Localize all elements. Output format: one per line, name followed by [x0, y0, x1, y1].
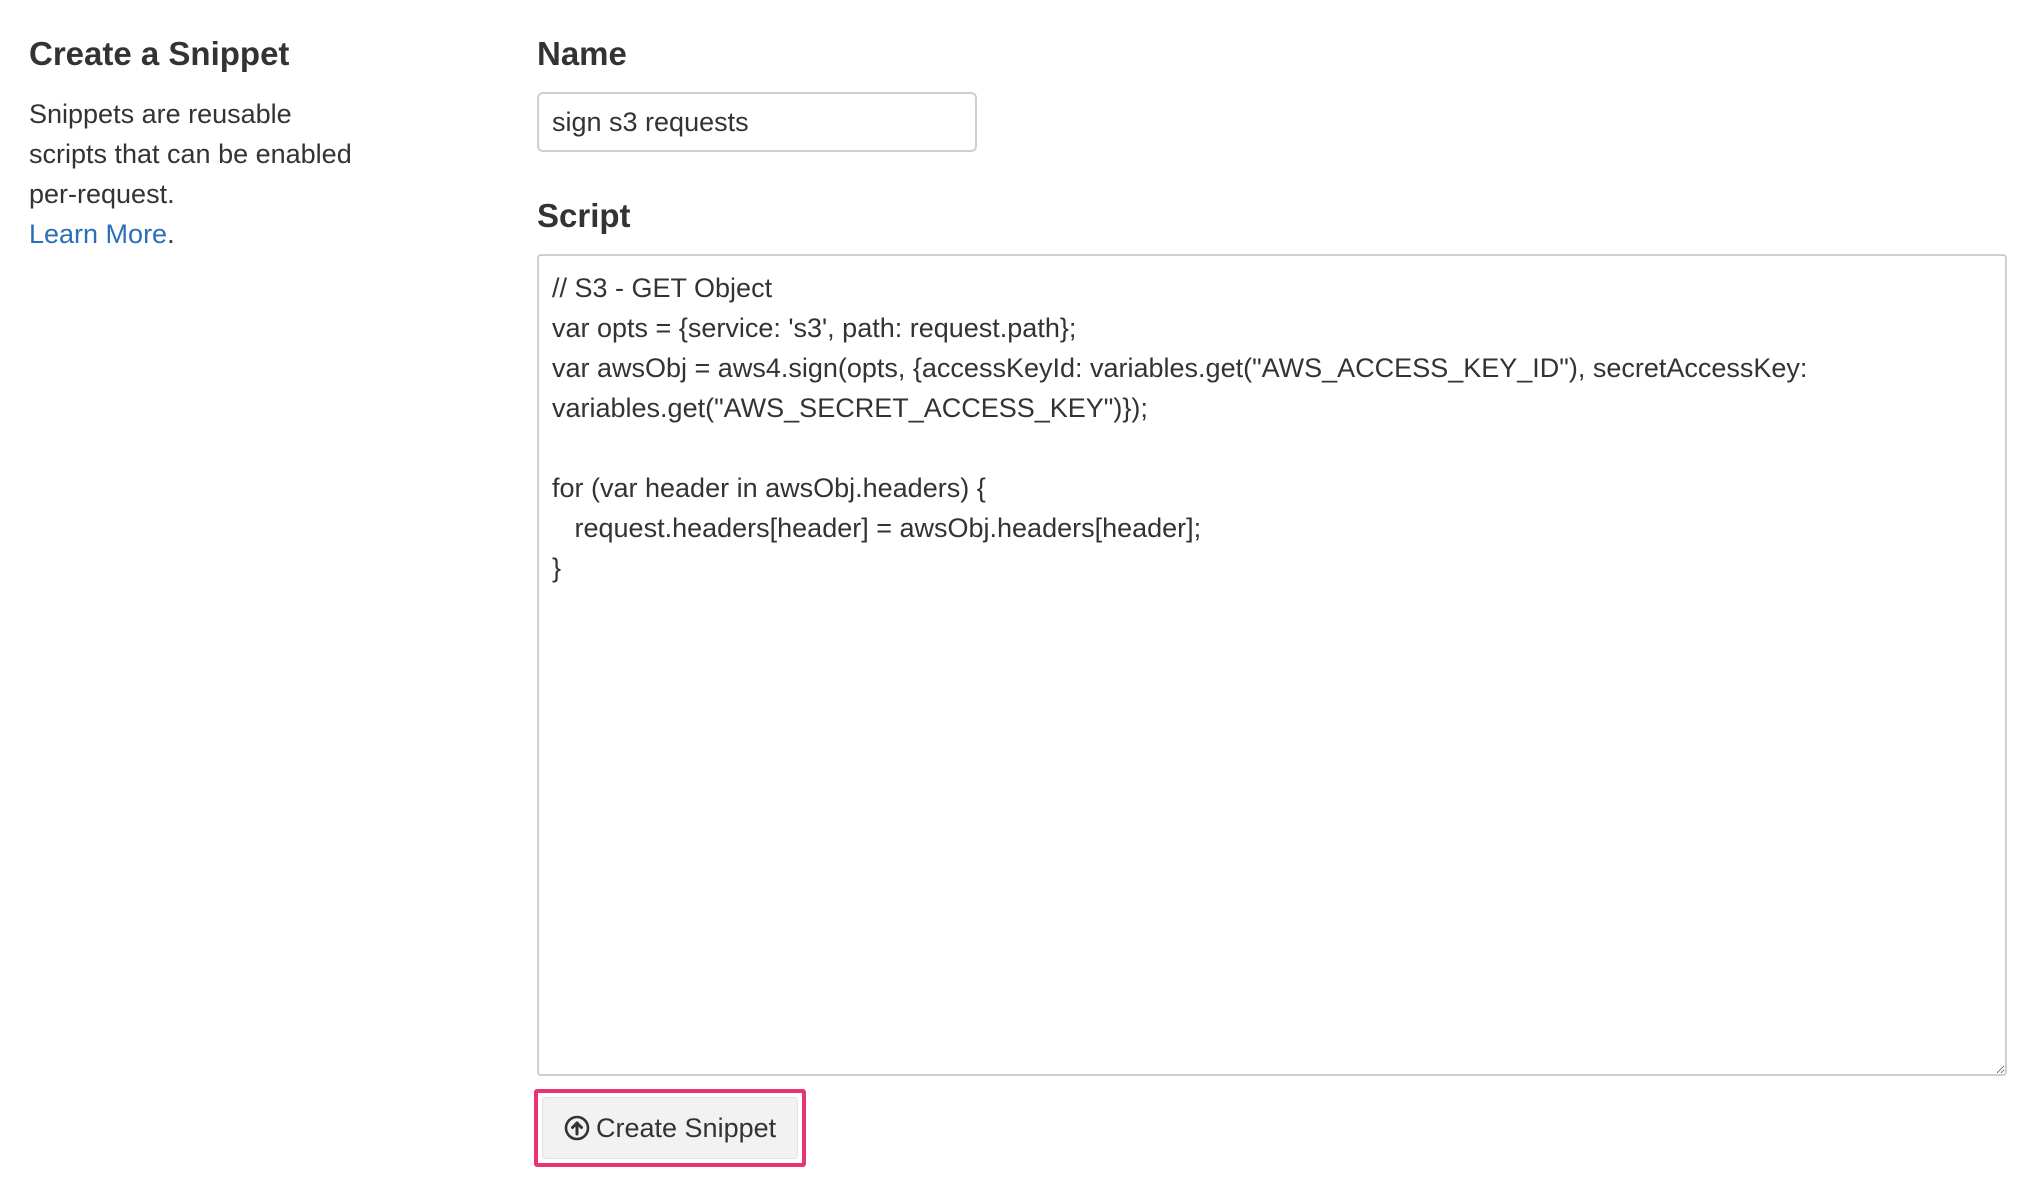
create-snippet-highlight: Create Snippet: [534, 1089, 807, 1167]
page-title: Create a Snippet: [29, 35, 290, 72]
script-label: Script: [537, 197, 631, 234]
learn-more-link[interactable]: Learn More: [29, 219, 167, 249]
script-textarea[interactable]: [537, 254, 2007, 1076]
snippet-form: Name Script Create Snippet: [534, 30, 2007, 1167]
description-period: .: [167, 219, 175, 249]
name-input[interactable]: [537, 92, 977, 152]
name-label: Name: [537, 35, 627, 72]
circle-arrow-up-icon: [564, 1115, 590, 1141]
create-snippet-page: Create a Snippet Snippets are reusable s…: [0, 0, 2035, 1193]
sidebar: Create a Snippet Snippets are reusable s…: [29, 30, 359, 254]
description-text: Snippets are reusable scripts that can b…: [29, 99, 352, 209]
sidebar-description: Snippets are reusable scripts that can b…: [29, 94, 359, 254]
create-snippet-label: Create Snippet: [596, 1112, 777, 1143]
create-snippet-button[interactable]: Create Snippet: [542, 1097, 799, 1159]
